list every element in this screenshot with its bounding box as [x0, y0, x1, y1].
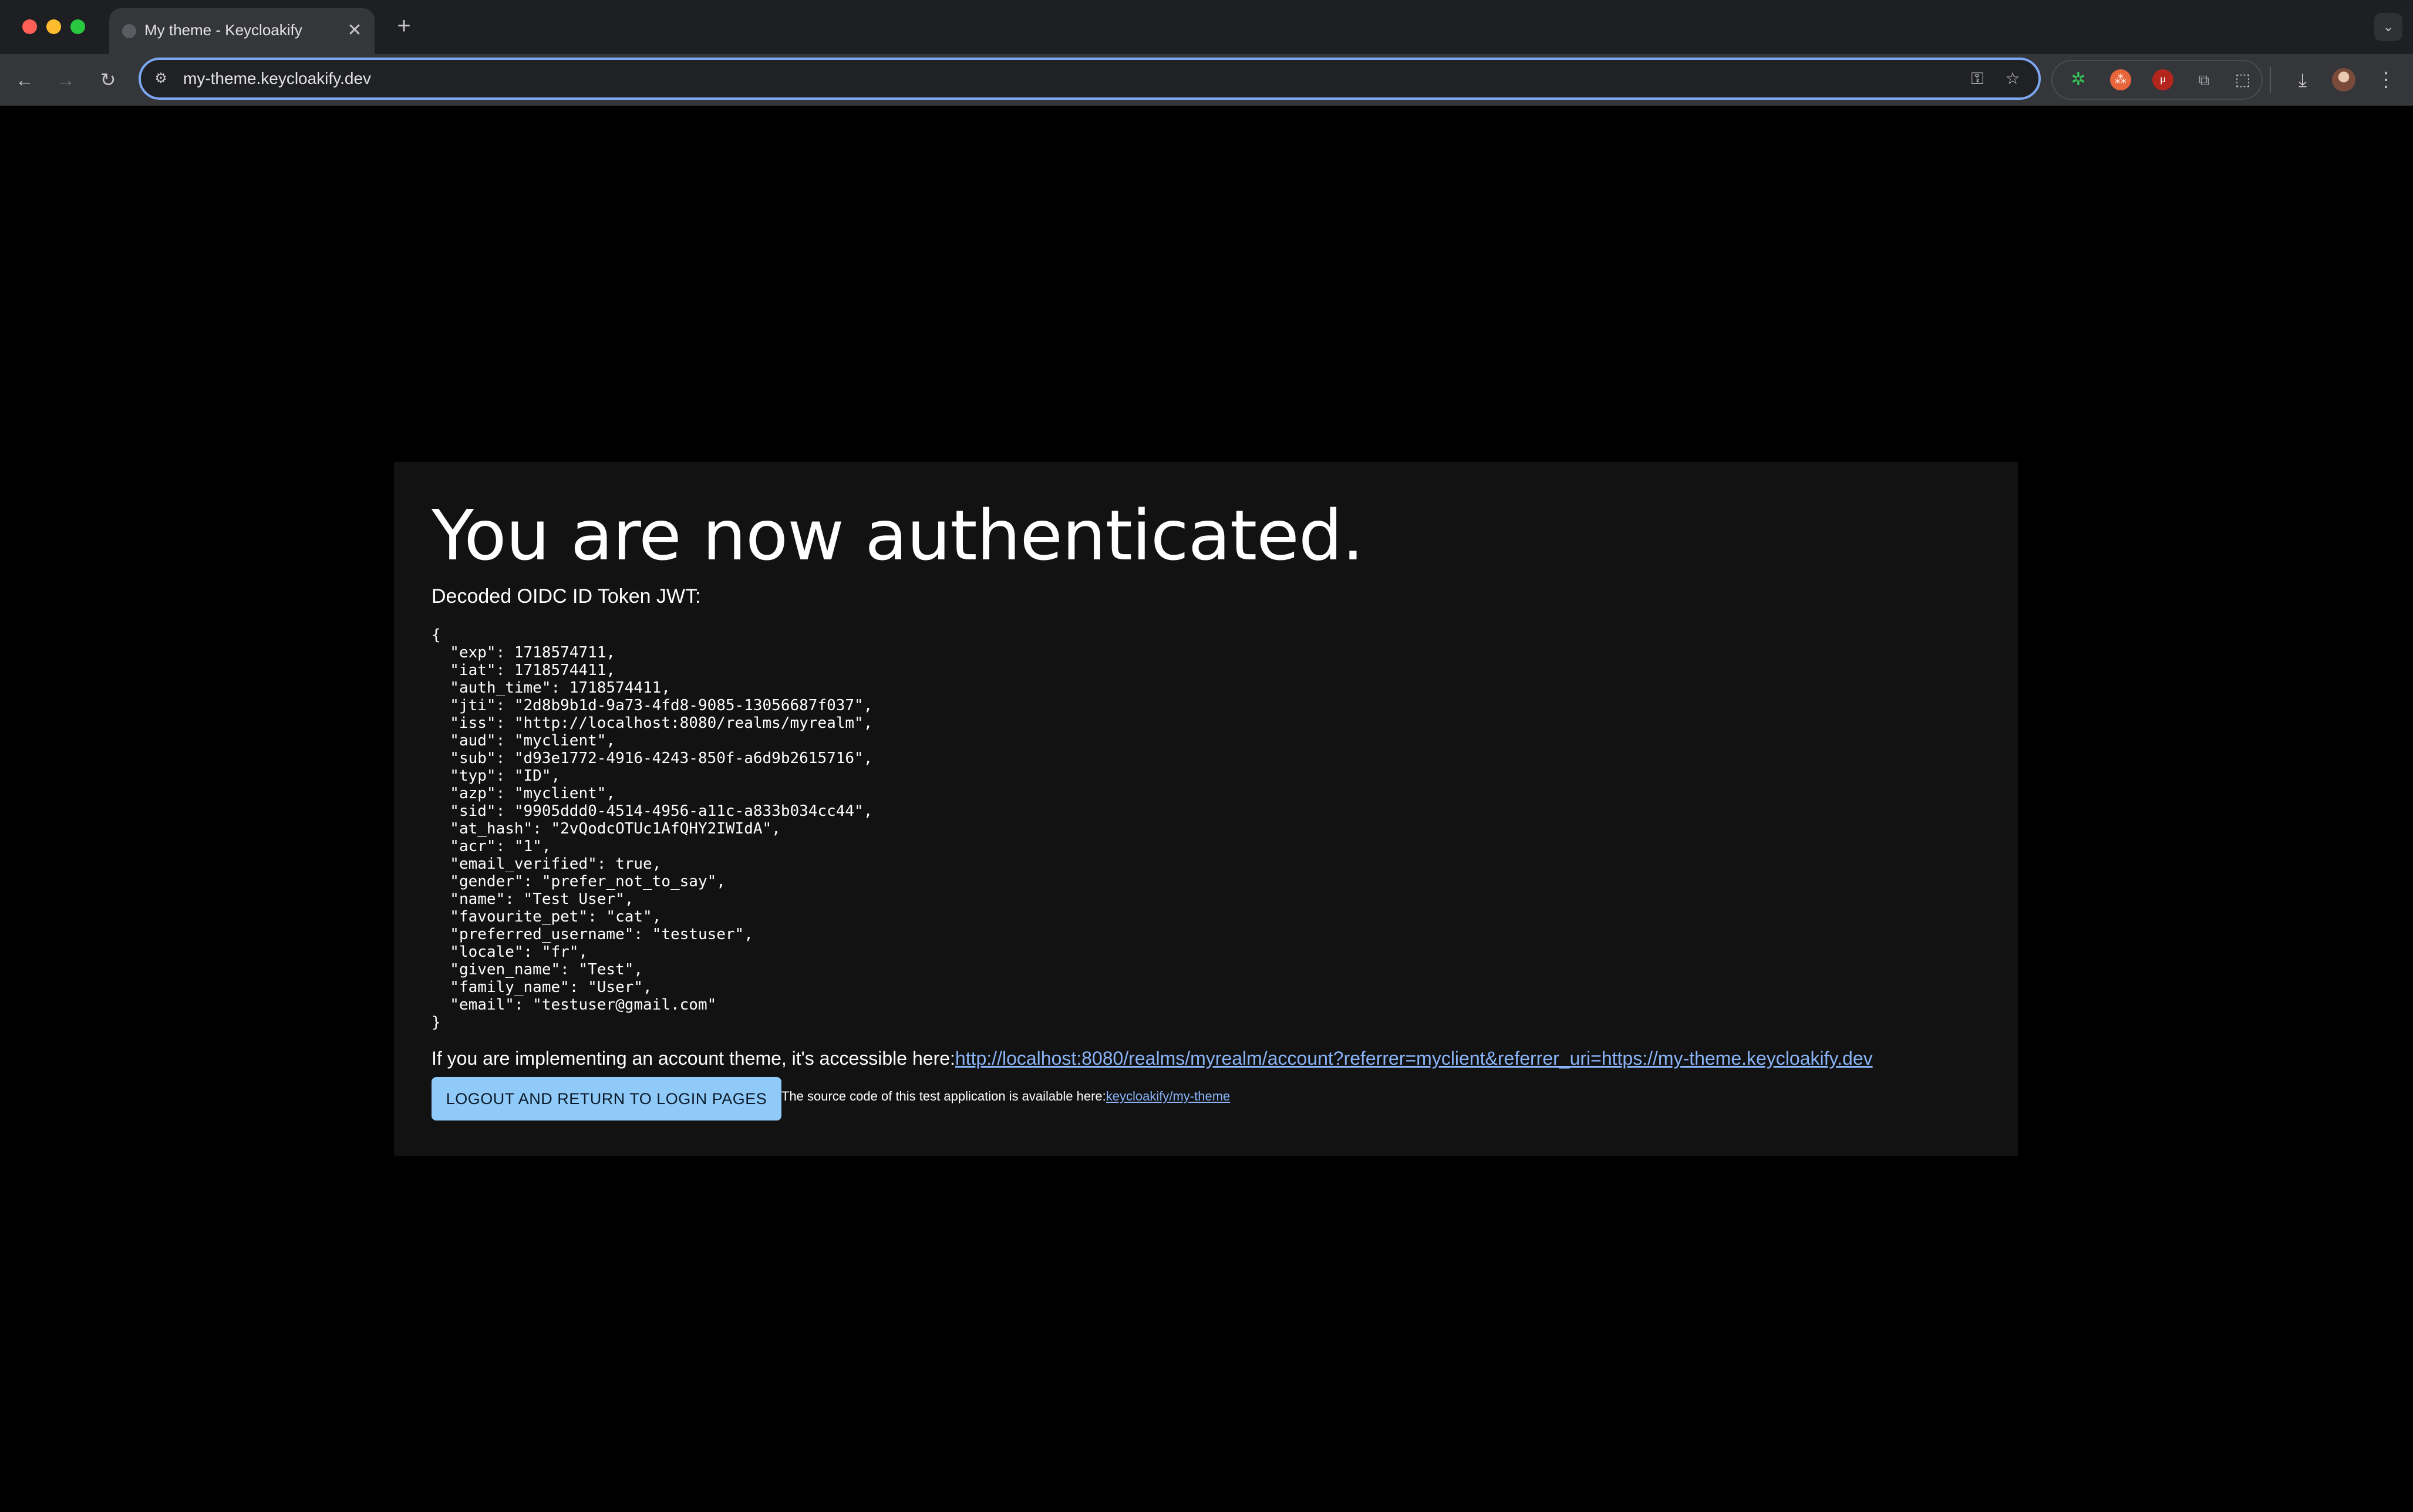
orange-extension-icon[interactable]: ⁂ [2110, 69, 2131, 90]
window-minimize-button[interactable] [46, 19, 61, 34]
new-tab-icon[interactable]: + [391, 13, 417, 39]
window-maximize-button[interactable] [70, 19, 85, 34]
browser-menu-icon[interactable]: ⋮ [2372, 66, 2400, 94]
download-icon[interactable]: ⤓ [2289, 66, 2317, 94]
logout-button[interactable]: LOGOUT AND RETURN TO LOGIN PAGES [432, 1077, 781, 1120]
site-info-icon[interactable]: ⚙ [151, 69, 170, 88]
green-extension-icon[interactable]: ✲ [2068, 69, 2089, 90]
source-code-line: The source code of this test application… [781, 1089, 1230, 1104]
url-text[interactable]: my-theme.keycloakify.dev [183, 69, 371, 88]
account-theme-link[interactable]: http://localhost:8080/realms/myrealm/acc… [955, 1048, 1873, 1069]
keycloakify-favicon-icon [122, 24, 136, 38]
password-key-icon[interactable]: ⚿ [1966, 67, 1989, 90]
back-icon[interactable]: ← [11, 66, 39, 94]
bookmark-star-icon[interactable]: ☆ [2001, 67, 2024, 90]
code-extension-icon[interactable]: ⧉ [2193, 69, 2215, 90]
tab-search-icon[interactable]: ⌄ [2374, 13, 2402, 41]
tab-close-icon[interactable]: ✕ [343, 19, 366, 42]
reload-icon[interactable]: ↻ [94, 66, 122, 94]
tab-title: My theme - Keycloakify [144, 21, 302, 39]
source-code-text: The source code of this test application… [781, 1089, 1106, 1103]
toolbar-divider [2270, 67, 2271, 93]
forward-icon[interactable]: → [52, 66, 80, 94]
extensions-puzzle-icon[interactable]: ⬚ [2232, 69, 2253, 90]
decoded-jwt-json: { "exp": 1718574711, "iat": 1718574411, … [432, 626, 873, 1031]
page-title: You are now authenticated. [432, 495, 1364, 576]
extensions-group: ✲ ⁂ μ ⧉ ⬚ [2051, 60, 2263, 100]
browser-tab-active[interactable]: My theme - Keycloakify ✕ [109, 8, 375, 54]
account-theme-line: If you are implementing an account theme… [432, 1048, 1873, 1069]
auth-result-card: You are now authenticated. Decoded OIDC … [394, 462, 2018, 1156]
browser-tab-strip: My theme - Keycloakify ✕ + ⌄ [0, 0, 2413, 54]
address-bar[interactable]: ⚙ my-theme.keycloakify.dev ⚿ ☆ [139, 58, 2041, 100]
window-close-button[interactable] [22, 19, 37, 34]
browser-toolbar: ← → ↻ ⚙ my-theme.keycloakify.dev ⚿ ☆ ✲ ⁂… [0, 54, 2413, 106]
source-code-link[interactable]: keycloakify/my-theme [1106, 1089, 1231, 1103]
ublock-extension-icon[interactable]: μ [2152, 69, 2173, 90]
profile-avatar[interactable] [2332, 68, 2355, 92]
account-theme-text: If you are implementing an account theme… [432, 1048, 955, 1069]
token-subheading: Decoded OIDC ID Token JWT: [432, 585, 701, 608]
